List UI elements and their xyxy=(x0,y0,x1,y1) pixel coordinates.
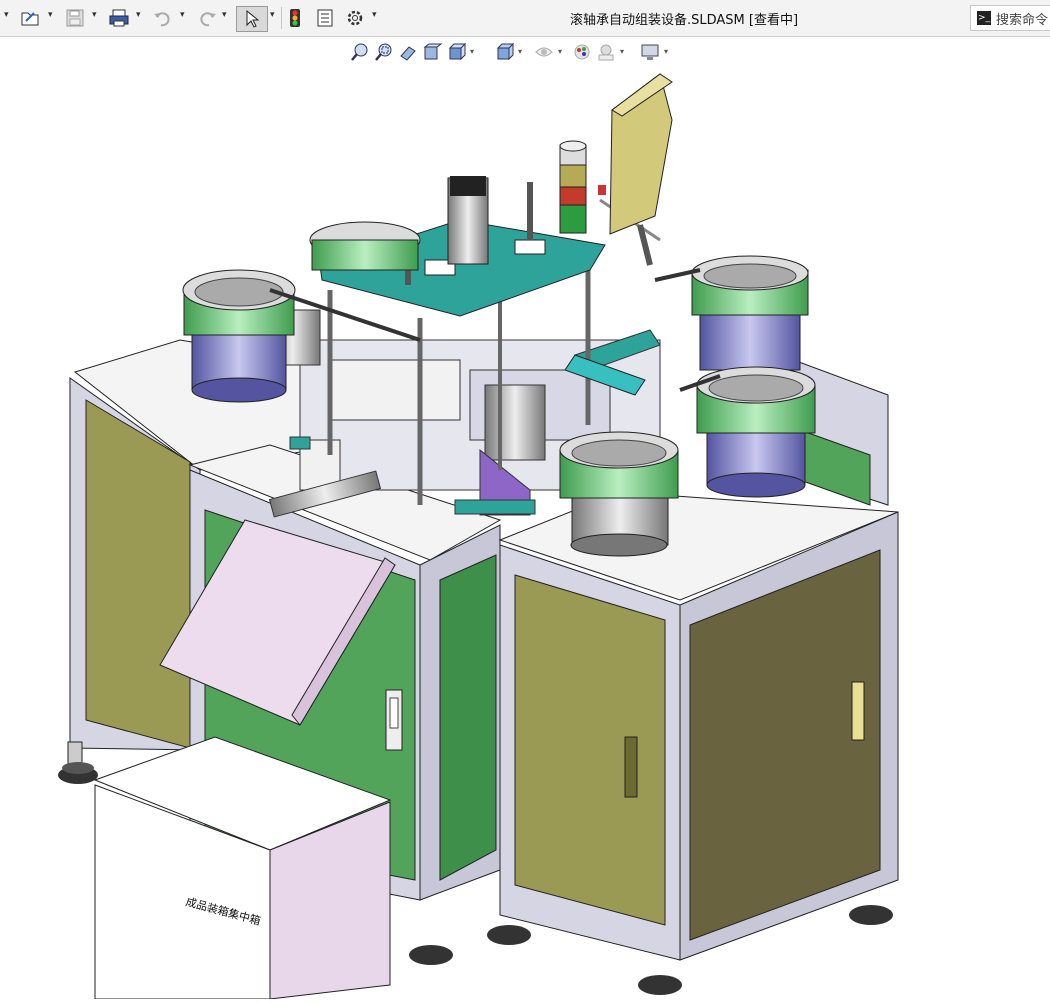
options-gear-icon[interactable] xyxy=(342,6,368,30)
tower-signal-light xyxy=(559,140,587,234)
scene-caret-icon[interactable]: ▾ xyxy=(620,47,624,56)
graphics-viewport[interactable]: 成品装箱集中箱 xyxy=(0,64,1050,1000)
assembly-model: 成品装箱集中箱 xyxy=(58,73,899,1000)
search-placeholder: 搜索命令 xyxy=(996,12,1049,28)
vibratory-bowl-left xyxy=(182,269,296,403)
section-view-icon[interactable] xyxy=(422,42,443,62)
search-command-box[interactable]: >_ 搜索命令 xyxy=(970,5,1050,31)
command-prompt-icon: >_ xyxy=(977,11,991,25)
display-caret-icon[interactable]: ▾ xyxy=(518,47,522,56)
view-settings-icon[interactable] xyxy=(640,42,660,62)
redo-icon[interactable] xyxy=(194,6,220,30)
select-arrow-icon[interactable] xyxy=(236,6,268,32)
document-title: 滚轴承自动组装设备.SLDASM [查看中] xyxy=(570,13,799,28)
hide-show-caret-icon[interactable]: ▾ xyxy=(558,47,562,56)
print-icon[interactable] xyxy=(106,6,132,30)
save-icon[interactable] xyxy=(62,6,88,30)
vibratory-bowl-front xyxy=(559,431,679,557)
undo-icon[interactable] xyxy=(150,6,176,30)
hide-show-items-icon[interactable] xyxy=(534,42,554,62)
zoom-to-fit-icon[interactable] xyxy=(350,42,370,62)
zoom-to-area-icon[interactable] xyxy=(374,42,394,62)
view-orientation-icon[interactable] xyxy=(446,42,467,62)
title-bar: ▾ ▾ ▾ ▾ ▾ ▾ ▾ ▾ 滚轴承自动组装设备.SLDASM [查看中] >… xyxy=(0,0,1050,37)
file-properties-icon[interactable] xyxy=(312,6,338,30)
orientation-caret-icon[interactable]: ▾ xyxy=(470,47,474,56)
print-caret-icon[interactable]: ▾ xyxy=(136,10,141,20)
previous-view-icon[interactable] xyxy=(398,42,418,62)
open-caret-icon[interactable]: ▾ xyxy=(48,10,53,20)
undo-caret-icon[interactable]: ▾ xyxy=(180,10,185,20)
traffic-light-icon[interactable] xyxy=(286,6,304,30)
menu-caret-icon[interactable]: ▾ xyxy=(4,10,9,20)
hmi-monitor xyxy=(598,73,673,266)
save-caret-icon[interactable]: ▾ xyxy=(92,10,97,20)
options-caret-icon[interactable]: ▾ xyxy=(372,10,377,20)
vibratory-bowl-right xyxy=(696,366,816,498)
edit-appearance-icon[interactable] xyxy=(572,42,592,62)
settings-caret-icon[interactable]: ▾ xyxy=(664,47,668,56)
open-icon[interactable] xyxy=(18,6,44,30)
vibratory-bowl-back-right xyxy=(691,255,809,371)
apply-scene-icon[interactable] xyxy=(596,42,616,62)
redo-caret-icon[interactable]: ▾ xyxy=(222,10,227,20)
vibratory-bowl-back-left xyxy=(309,221,421,271)
display-style-icon[interactable] xyxy=(494,42,515,62)
select-caret-icon[interactable]: ▾ xyxy=(270,10,275,20)
